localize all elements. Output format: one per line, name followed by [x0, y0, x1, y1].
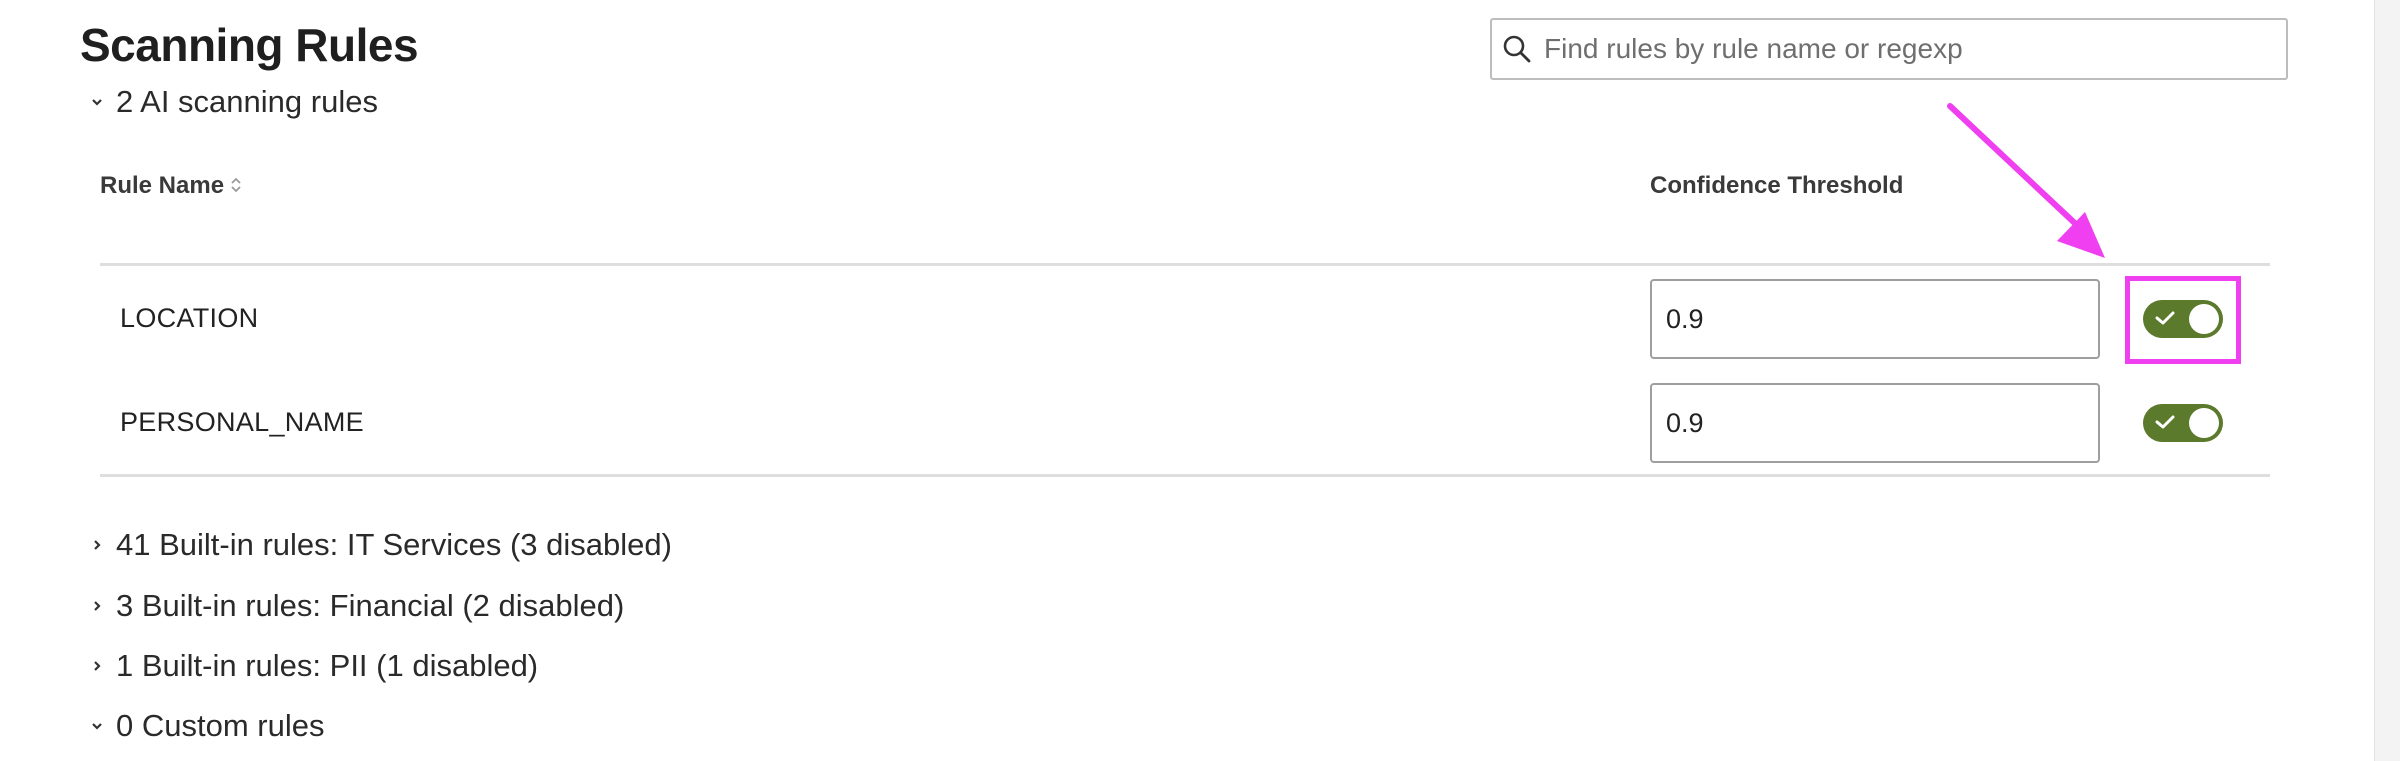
group-toggle-pii[interactable]: 1 Built-in rules: PII (1 disabled): [86, 648, 538, 684]
group-label: 3 Built-in rules: Financial (2 disabled): [116, 588, 625, 623]
group-toggle-financial[interactable]: 3 Built-in rules: Financial (2 disabled): [86, 588, 624, 624]
check-icon: [2155, 415, 2175, 429]
chevron-right-icon: [86, 538, 108, 552]
table-bottom-divider: [100, 474, 2270, 477]
column-header-confidence-threshold: Confidence Threshold: [1650, 172, 1904, 199]
group-label: 0 Custom rules: [116, 708, 325, 743]
group-label: 1 Built-in rules: PII (1 disabled): [116, 648, 539, 683]
column-header-rule-name[interactable]: Rule Name: [100, 172, 242, 201]
group-label: 2 AI scanning rules: [116, 84, 378, 119]
rule-name-personal-name: PERSONAL_NAME: [120, 407, 364, 437]
annotation-arrow-icon: [1947, 103, 2105, 258]
rule-enabled-toggle[interactable]: [2143, 404, 2223, 442]
sort-icon: [230, 173, 242, 201]
confidence-threshold-input[interactable]: [1650, 279, 2100, 359]
chevron-down-icon: [86, 721, 108, 731]
scanning-rules-page: Scanning Rules 2 AI scanning rules Rule …: [0, 0, 2400, 761]
group-toggle-custom-rules[interactable]: 0 Custom rules: [86, 708, 324, 744]
annotation-highlight-box: [2125, 276, 2241, 364]
search-box[interactable]: [1490, 18, 2288, 80]
chevron-right-icon: [86, 659, 108, 673]
group-toggle-ai-rules[interactable]: 2 AI scanning rules: [86, 84, 378, 120]
group-toggle-it-services[interactable]: 41 Built-in rules: IT Services (3 disabl…: [86, 527, 672, 563]
chevron-down-icon: [86, 97, 108, 107]
page-title: Scanning Rules: [80, 19, 419, 71]
chevron-right-icon: [86, 599, 108, 613]
search-icon: [1503, 35, 1531, 63]
search-input[interactable]: [1542, 32, 2266, 66]
toggle-knob: [2189, 408, 2219, 438]
rule-name-location: LOCATION: [120, 303, 259, 333]
vertical-scrollbar[interactable]: [2374, 0, 2400, 761]
group-label: 41 Built-in rules: IT Services (3 disabl…: [116, 527, 672, 562]
confidence-threshold-input[interactable]: [1650, 383, 2100, 463]
